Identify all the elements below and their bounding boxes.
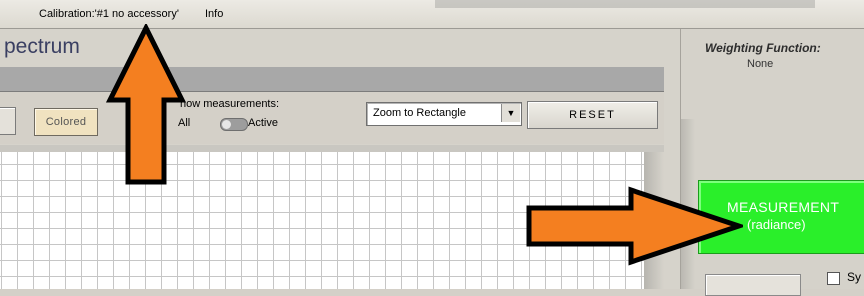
sync-checkbox-label: Sy: [847, 270, 862, 284]
toggle-active-label: Active: [248, 117, 278, 129]
zoom-mode-select[interactable]: Zoom to Rectangle ▼: [366, 102, 522, 126]
toolbar-button-partial[interactable]: [0, 107, 16, 135]
toggle-knob: [222, 120, 231, 129]
measurements-toggle[interactable]: [220, 118, 248, 131]
panel-title: pectrum: [4, 35, 80, 58]
zoom-select-value: Zoom to Rectangle: [373, 107, 466, 119]
plot-toolbar: Colored how measurements: All Active Zoo…: [0, 92, 664, 144]
title-strip-shadow: [435, 0, 815, 8]
lower-button[interactable]: [705, 274, 801, 296]
weighting-function-label: Weighting Function:: [705, 41, 821, 55]
chevron-down-icon[interactable]: ▼: [501, 104, 520, 122]
up-arrow-annotation: [106, 24, 186, 185]
calibration-menu[interactable]: Calibration:'#1 no accessory': [39, 8, 179, 20]
up-arrow-shape: [106, 24, 186, 185]
reset-button[interactable]: RESET: [527, 101, 658, 129]
sync-checkbox[interactable]: [827, 272, 840, 285]
info-menu[interactable]: Info: [205, 8, 223, 20]
right-arrow-shape: [526, 186, 743, 266]
panel-header-bar: [0, 67, 664, 92]
measurement-button-sublabel: (radiance): [747, 217, 806, 232]
measurement-button-label: MEASUREMENT: [727, 199, 840, 215]
show-measurements-label: how measurements:: [180, 98, 280, 110]
weighting-function-value: None: [747, 58, 774, 70]
colored-button[interactable]: Colored: [34, 108, 98, 136]
right-arrow-annotation: [526, 186, 743, 266]
